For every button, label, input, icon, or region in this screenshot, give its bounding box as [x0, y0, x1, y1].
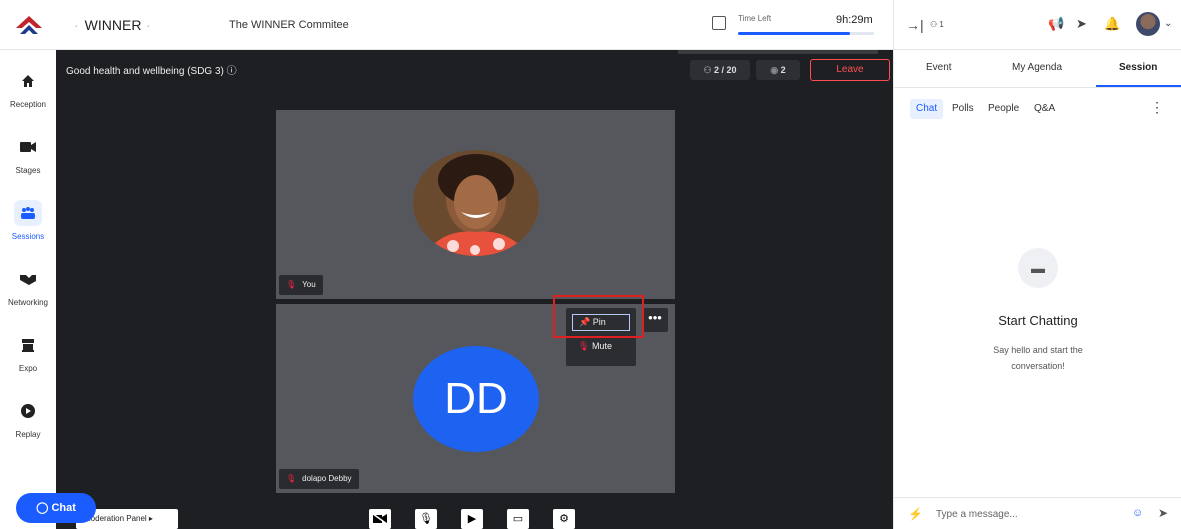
camera-off-icon[interactable]: [369, 509, 391, 529]
app-root: · WINNER · The WINNER Commitee Time Left …: [0, 0, 1181, 529]
sidebar-item-reception[interactable]: Reception: [0, 68, 56, 128]
message-input[interactable]: [936, 504, 1116, 524]
time-left-value: 9h:29m: [836, 14, 873, 26]
sidebar-item-label: Reception: [9, 100, 47, 109]
viewers-counter[interactable]: ◉ 2: [756, 60, 800, 80]
emoji-icon[interactable]: ☺: [1132, 507, 1143, 519]
online-people-count[interactable]: ⚇ 1: [930, 20, 944, 29]
bell-icon[interactable]: 🔔: [1104, 16, 1120, 32]
sidebar-item-sessions[interactable]: Sessions: [0, 200, 56, 260]
megaphone-icon[interactable]: 📢: [1048, 16, 1064, 32]
empty-chat-title: Start Chatting: [998, 313, 1078, 328]
participant-avatar-photo: [413, 150, 539, 256]
sidebar-item-label: Networking: [7, 298, 48, 307]
eye-icon: ◉: [770, 65, 781, 75]
sidebar-item-label: Expo: [18, 364, 38, 373]
chevron-down-icon[interactable]: ⌄: [1164, 18, 1172, 29]
right-panel-header: →| ⚇ 1 📢 ➤ 🔔 ⌄: [894, 0, 1181, 50]
play-circle-icon: [14, 398, 42, 424]
annotation-highlight-box: [553, 295, 644, 338]
sidebar-item-networking[interactable]: Networking: [0, 266, 56, 326]
right-panel: →| ⚇ 1 📢 ➤ 🔔 ⌄ Event My Agenda Session C…: [893, 0, 1181, 529]
mic-muted-icon: 🎙: [286, 474, 297, 483]
chat-message-icon: ▬: [1018, 248, 1058, 288]
sidebar-item-label: Sessions: [11, 232, 45, 241]
collapse-panel-icon[interactable]: →|: [906, 17, 924, 33]
stage-status-strip: [678, 50, 878, 54]
tab-my-agenda[interactable]: My Agenda: [1012, 62, 1062, 73]
subtab-chat[interactable]: Chat: [910, 99, 944, 119]
people-group-icon: [14, 200, 42, 226]
winner-logo: [16, 16, 42, 34]
tab-event[interactable]: Event: [926, 62, 952, 73]
chat-bubble-icon: ◯: [36, 502, 52, 514]
more-options-button[interactable]: •••: [642, 308, 668, 332]
right-panel-tabs: Event My Agenda Session: [894, 50, 1181, 88]
calendar-icon: [712, 16, 726, 30]
top-bar: · WINNER · The WINNER Commitee Time Left …: [0, 0, 893, 50]
active-tab-indicator: [1096, 85, 1181, 87]
on-stage-counter[interactable]: ⚇ 2 / 20: [690, 60, 750, 80]
participant-initials-avatar: DD: [413, 346, 539, 452]
mute-label: Mute: [591, 341, 612, 351]
left-sidebar: Reception Stages Sessions Networking Exp…: [0, 50, 56, 529]
sidebar-item-label: Replay: [15, 430, 41, 439]
youtube-play-icon[interactable]: ▶: [461, 509, 483, 529]
session-stage: Good health and wellbeing (SDG 3) ⓘ ⚇ 2 …: [56, 50, 893, 529]
mic-muted-icon: 🎙: [578, 341, 592, 351]
participant-name-tag: 🎙 You: [279, 275, 323, 295]
event-name-label: WINNER: [84, 17, 142, 33]
session-title: Good health and wellbeing (SDG 3) ⓘ: [66, 66, 237, 77]
time-left-progress: [738, 32, 874, 35]
separator-dot: ·: [74, 17, 79, 33]
empty-chat-subtitle: Say hello and start the conversation!: [993, 345, 1083, 371]
handshake-icon: [14, 266, 42, 292]
on-stage-count: 2 / 20: [714, 65, 737, 75]
participant-name-tag: 🎙 dolapo Debby: [279, 469, 359, 489]
event-name[interactable]: · WINNER: [74, 17, 141, 33]
sidebar-item-stages[interactable]: Stages: [0, 134, 56, 194]
more-vertical-icon[interactable]: ⋮: [1150, 99, 1164, 116]
stage-controls: 🎙 ▶ ▭ ⚙: [369, 509, 589, 529]
organizer-name: The WINNER Commitee: [229, 19, 349, 31]
sidebar-item-expo[interactable]: Expo: [0, 332, 56, 392]
screen-share-icon[interactable]: ▭: [507, 509, 529, 529]
subtab-people[interactable]: People: [982, 99, 1025, 119]
mic-off-icon[interactable]: 🎙: [415, 509, 437, 529]
user-avatar[interactable]: [1136, 12, 1160, 36]
separator-dot: ·: [146, 17, 151, 33]
mute-menu-item[interactable]: 🎙 Mute: [578, 341, 612, 352]
chat-floating-button[interactable]: ◯ Chat: [16, 493, 96, 523]
participant-name: dolapo Debby: [302, 474, 352, 483]
send-icon[interactable]: ➤: [1158, 506, 1168, 520]
people-count: 1: [939, 20, 944, 29]
sidebar-item-replay[interactable]: Replay: [0, 398, 56, 458]
chat-fab-label: Chat: [51, 502, 76, 514]
tab-session[interactable]: Session: [1119, 62, 1157, 73]
mic-muted-icon: 🎙: [286, 280, 297, 289]
sidebar-item-label: Stages: [15, 166, 41, 175]
leave-button[interactable]: Leave: [810, 59, 890, 81]
people-icon: ⚇: [930, 20, 940, 29]
video-camera-icon: [14, 134, 42, 160]
settings-gear-icon[interactable]: ⚙: [553, 509, 575, 529]
video-tile-you[interactable]: 🎙 You: [276, 110, 675, 299]
people-icon: ⚇: [703, 65, 715, 75]
message-composer: ⚡ ☺ ➤: [894, 497, 1181, 529]
lightning-icon[interactable]: ⚡: [908, 507, 923, 521]
home-icon: [14, 68, 42, 94]
booth-icon: [14, 332, 42, 358]
time-left-progress-fill: [738, 32, 850, 35]
viewers-count: 2: [780, 65, 786, 75]
participant-name: You: [302, 280, 316, 289]
send-plane-icon[interactable]: ➤: [1076, 16, 1087, 32]
time-left-label: Time Left: [738, 14, 772, 23]
subtab-qa[interactable]: Q&A: [1028, 99, 1061, 119]
session-subtabs: Chat Polls People Q&A ⋮: [894, 96, 1181, 122]
subtab-polls[interactable]: Polls: [946, 99, 980, 119]
